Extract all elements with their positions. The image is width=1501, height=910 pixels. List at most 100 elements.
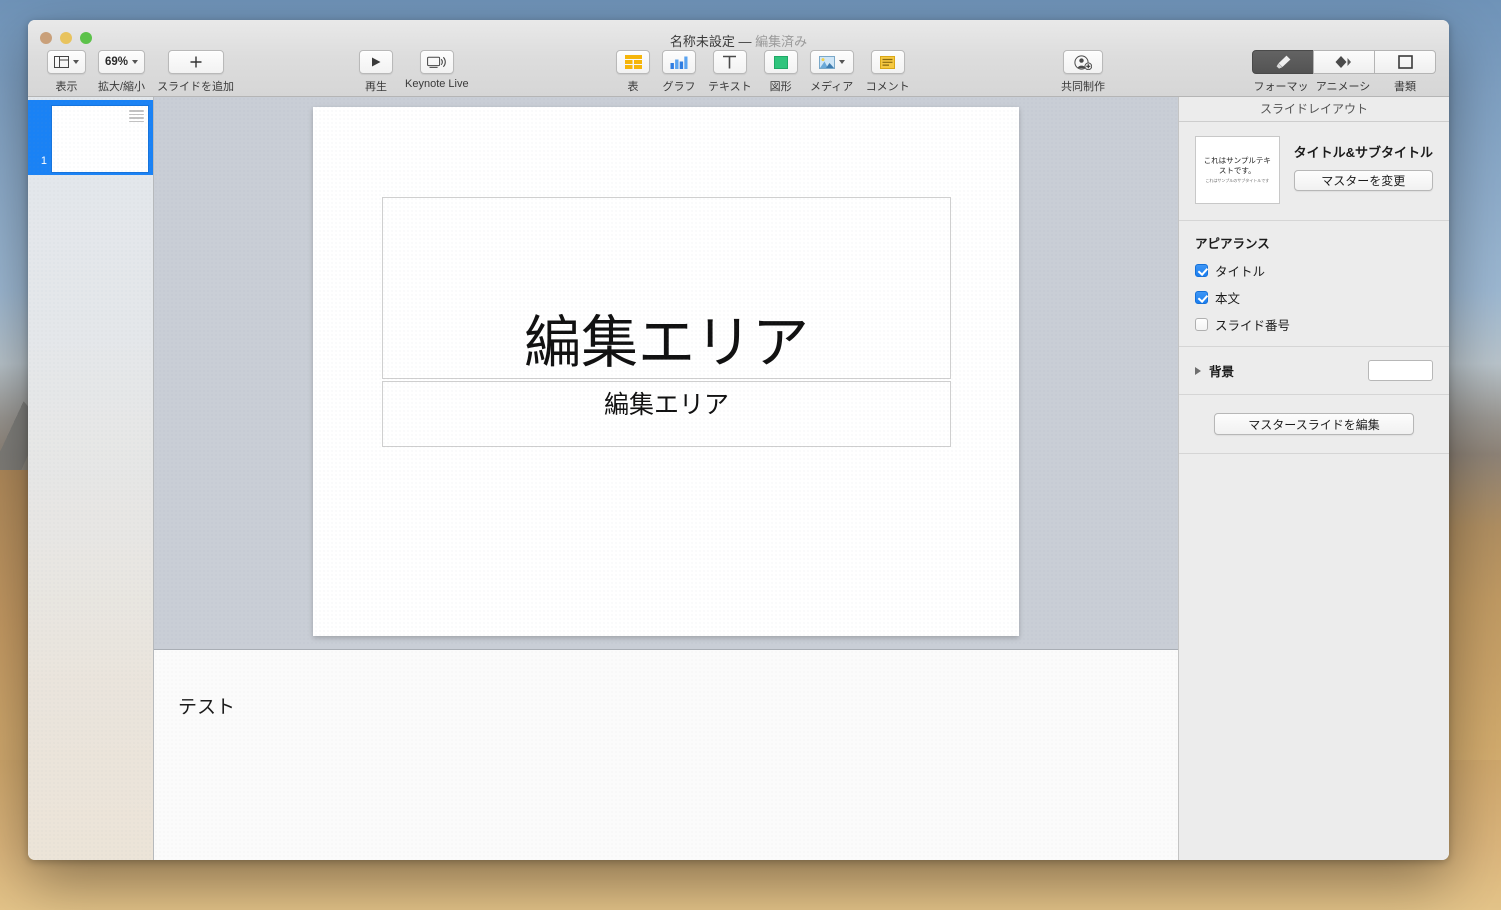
subtitle-placeholder[interactable]: 編集エリア — [382, 381, 951, 447]
master-slide-name: タイトル&サブタイトル — [1294, 142, 1433, 161]
document-title-separator: — — [735, 34, 755, 49]
tab-animate[interactable] — [1313, 50, 1375, 74]
comment-lines-icon — [880, 56, 895, 69]
background-color-swatch[interactable] — [1368, 360, 1433, 381]
main-content-area: 1 編集エリア 編集エリア — [28, 97, 1449, 860]
edit-master-slide-button[interactable]: マスタースライドを編集 — [1214, 413, 1414, 435]
shape-toolbar-item[interactable]: 図形 — [764, 50, 798, 94]
keynote-live-label: Keynote Live — [405, 78, 469, 90]
toolbar-insert-group: 表 グラフ — [610, 50, 916, 94]
table-grid-icon — [625, 55, 642, 69]
checkbox-body[interactable] — [1195, 291, 1208, 304]
shape-square-icon — [774, 56, 788, 69]
media-toolbar-item[interactable]: メディア — [810, 50, 854, 94]
table-label: 表 — [628, 78, 639, 94]
format-inspector-panel: スライドレイアウト これはサンプルテキストです。 これはサンプルのサブタイトルで… — [1178, 97, 1449, 860]
chart-label: グラフ — [663, 78, 696, 94]
text-label: テキスト — [708, 78, 752, 94]
text-button[interactable] — [713, 50, 747, 74]
slide-thumbnail-preview[interactable] — [52, 106, 148, 172]
display-broadcast-icon — [427, 55, 447, 69]
appearance-section: アピアランス タイトル 本文 スライド番号 — [1179, 221, 1449, 347]
slide-thumbnail-1[interactable]: 1 — [28, 100, 153, 175]
zoom-level-value: 69% — [105, 56, 128, 68]
appearance-section-title: アピアランス — [1195, 233, 1433, 252]
plus-icon — [189, 55, 203, 69]
master-thumb-title-text: これはサンプルテキストです。 — [1202, 156, 1273, 176]
comment-button[interactable] — [871, 50, 905, 74]
paintbrush-icon — [1274, 54, 1292, 70]
toolbar-collaborate-group: 共同制作 — [1055, 50, 1111, 94]
zoom-button[interactable]: 69% — [98, 50, 145, 74]
media-button[interactable] — [810, 50, 854, 74]
inspector-toggle-segmented-control — [1252, 50, 1436, 74]
play-toolbar-item[interactable]: 再生 — [359, 50, 393, 94]
view-button[interactable] — [47, 50, 86, 74]
background-disclosure[interactable]: 背景 — [1195, 361, 1234, 380]
document-frame-icon — [1398, 55, 1413, 69]
canvas-and-notes-column: 編集エリア 編集エリア テスト — [154, 97, 1178, 860]
checkbox-body-row[interactable]: 本文 — [1195, 288, 1433, 307]
presenter-notes-text[interactable]: テスト — [178, 692, 1178, 719]
keynote-live-toolbar-item[interactable]: Keynote Live — [405, 50, 469, 90]
comment-toolbar-item[interactable]: コメント — [866, 50, 910, 94]
document-title-name: 名称未設定 — [670, 34, 735, 49]
tab-document[interactable] — [1374, 50, 1436, 74]
comment-label: コメント — [866, 78, 910, 94]
chevron-down-icon — [73, 60, 79, 64]
master-slide-section: これはサンプルテキストです。 これはサンプルのサブタイトルです タイトル&サブタ… — [1179, 122, 1449, 221]
slide-canvas[interactable]: 編集エリア 編集エリア — [313, 107, 1019, 636]
background-label: 背景 — [1209, 361, 1234, 380]
title-placeholder-text: 編集エリア — [524, 314, 809, 378]
edit-master-section: マスタースライドを編集 — [1179, 395, 1449, 454]
add-slide-label: スライドを追加 — [157, 78, 234, 94]
zoom-toolbar-item[interactable]: 69% 拡大/縮小 — [98, 50, 145, 94]
slide-navigator[interactable]: 1 — [28, 97, 154, 860]
table-button[interactable] — [616, 50, 650, 74]
document-title: 名称未設定 — 編集済み — [28, 31, 1449, 50]
collaborate-label: 共同制作 — [1061, 78, 1105, 94]
checkbox-body-label: 本文 — [1215, 288, 1240, 307]
view-toolbar-item[interactable]: 表示 — [47, 50, 86, 94]
keynote-live-button[interactable] — [420, 50, 454, 74]
keynote-window: 名称未設定 — 編集済み 表示 69% 拡大/縮小 — [28, 20, 1449, 860]
chevron-down-icon — [132, 60, 138, 64]
shape-button[interactable] — [764, 50, 798, 74]
presenter-notes-area[interactable]: テスト — [154, 650, 1178, 860]
slide-number-label: 1 — [28, 155, 52, 169]
view-panes-icon — [54, 56, 69, 68]
play-button[interactable] — [359, 50, 393, 74]
chart-toolbar-item[interactable]: グラフ — [662, 50, 696, 94]
table-toolbar-item[interactable]: 表 — [616, 50, 650, 94]
title-placeholder[interactable]: 編集エリア — [382, 197, 951, 379]
checkbox-title-row[interactable]: タイトル — [1195, 261, 1433, 280]
master-thumb-subtitle-text: これはサンプルのサブタイトルです — [1205, 178, 1269, 184]
checkbox-slide-number[interactable] — [1195, 318, 1208, 331]
diamond-motion-icon — [1334, 55, 1354, 69]
person-add-icon — [1074, 55, 1092, 70]
tab-format[interactable] — [1252, 50, 1314, 74]
checkbox-title[interactable] — [1195, 264, 1208, 277]
view-label: 表示 — [56, 78, 78, 94]
checkbox-slide-number-row[interactable]: スライド番号 — [1195, 315, 1433, 334]
slide-canvas-area[interactable]: 編集エリア 編集エリア — [154, 97, 1178, 645]
collaborate-button[interactable] — [1063, 50, 1103, 74]
zoom-label: 拡大/縮小 — [98, 78, 145, 94]
document-edited-status: 編集済み — [755, 34, 807, 49]
chart-button[interactable] — [662, 50, 696, 74]
play-triangle-icon — [370, 56, 382, 68]
slide-skip-lines-icon — [129, 110, 144, 124]
add-slide-toolbar-item[interactable]: スライドを追加 — [157, 50, 234, 94]
toolbar-left-group: 表示 69% 拡大/縮小 スライドを追加 — [41, 50, 240, 94]
inspector-header-title: スライドレイアウト — [1179, 97, 1449, 122]
disclosure-triangle-icon[interactable] — [1195, 367, 1201, 375]
subtitle-placeholder-text: 編集エリア — [604, 382, 729, 421]
add-slide-button[interactable] — [168, 50, 224, 74]
text-toolbar-item[interactable]: テキスト — [708, 50, 752, 94]
shape-label: 図形 — [770, 78, 792, 94]
master-slide-thumbnail[interactable]: これはサンプルテキストです。 これはサンプルのサブタイトルです — [1195, 136, 1280, 204]
media-label: メディア — [810, 78, 853, 94]
chevron-down-icon — [839, 60, 845, 64]
collaborate-toolbar-item[interactable]: 共同制作 — [1061, 50, 1105, 94]
change-master-button[interactable]: マスターを変更 — [1294, 170, 1433, 191]
